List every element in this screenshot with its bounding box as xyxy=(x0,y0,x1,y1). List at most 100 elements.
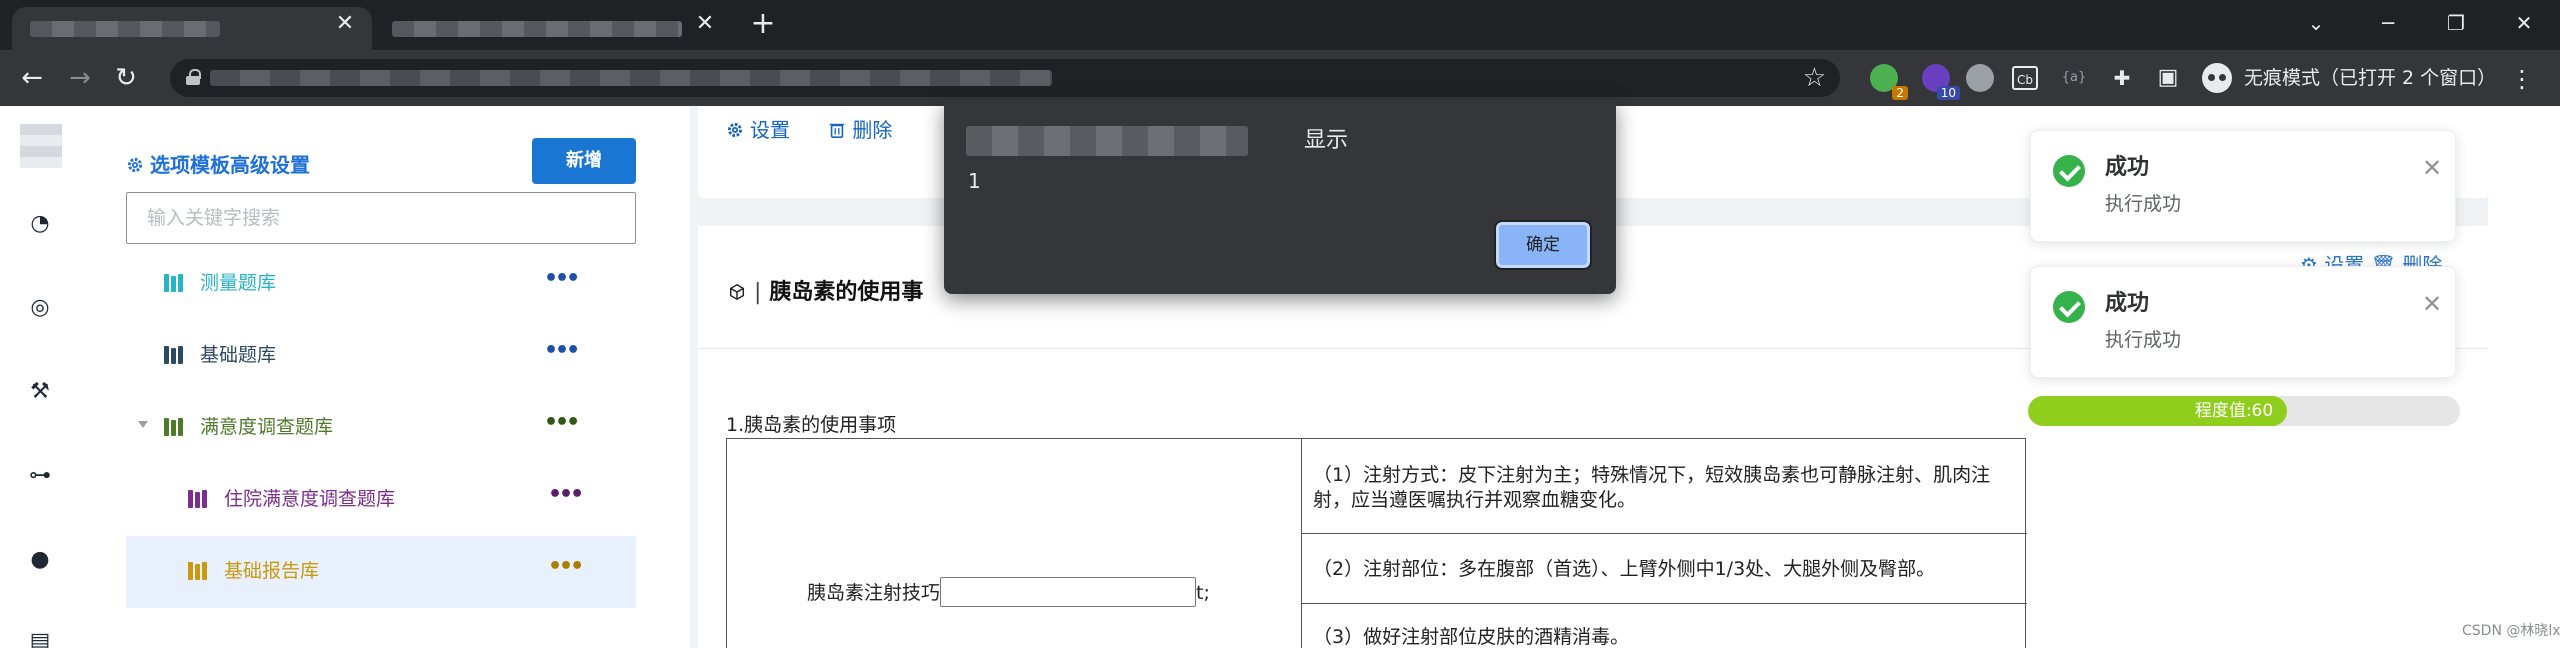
table-cell-row-3: （3）做好注射部位皮肤的酒精消毒。 xyxy=(1313,626,1630,648)
watermark: CSDN @林晓lx xyxy=(2462,623,2560,639)
new-tab-button[interactable]: + xyxy=(748,9,778,40)
tab-close-icon[interactable]: ✕ xyxy=(694,13,716,35)
forward-button[interactable]: → xyxy=(62,60,98,96)
lock-icon[interactable] xyxy=(186,69,201,85)
tools-icon[interactable]: ⚒ xyxy=(28,380,52,404)
bookmark-star-icon[interactable]: ☆ xyxy=(1803,61,1826,95)
books-icon xyxy=(164,346,186,364)
more-options-icon[interactable]: ••• xyxy=(544,266,580,292)
minimize-button[interactable]: ─ xyxy=(2368,8,2408,38)
close-icon[interactable]: ✕ xyxy=(2419,155,2445,181)
tree-node-measure[interactable]: 测量题库 ••• xyxy=(126,248,636,320)
window-close-button[interactable]: ✕ xyxy=(2504,8,2544,38)
add-button[interactable]: 新增 xyxy=(532,138,636,184)
tree-node-basic[interactable]: 基础题库 ••• xyxy=(126,320,636,392)
incognito-icon xyxy=(2202,63,2232,93)
browser-menu-icon[interactable]: ⋮ xyxy=(2510,64,2534,94)
target-icon[interactable]: ◎ xyxy=(28,296,52,320)
table-cell-row-2: （2）注射部位：多在腹部（首选）、上臂外侧中1/3处、大腿外侧及臀部。 xyxy=(1313,558,1936,580)
settings-label: 设置 xyxy=(750,118,790,142)
app-icon-sidebar: ◔ ◎ ⚒ ⊶ ● ▤ xyxy=(0,106,80,648)
gear-icon xyxy=(127,157,143,173)
ok-button[interactable]: 确定 xyxy=(1494,220,1592,270)
progress-label: 程度值:60 xyxy=(2194,401,2274,421)
dialog-message: 1 xyxy=(968,169,981,193)
notification-title: 成功 xyxy=(2105,155,2150,180)
address-bar[interactable]: ☆ xyxy=(170,59,1840,97)
close-icon[interactable]: ✕ xyxy=(2419,291,2445,317)
document-icon[interactable]: ▤ xyxy=(28,630,52,648)
question-table: 胰岛素注射技巧 t; （1）注射方式：皮下注射为主；特殊情况下，短效胰岛素也可静脉… xyxy=(726,438,2027,648)
success-notification: 成功 执行成功 ✕ xyxy=(2030,130,2456,242)
panel-gutter xyxy=(690,106,698,648)
back-button[interactable]: ← xyxy=(14,60,50,96)
tree-node-label: 住院满意度调查题库 xyxy=(224,488,396,510)
delete-label: 删除 xyxy=(852,118,893,142)
browser-tab-strip: ✕ ✕ + ⌄ ─ ❐ ✕ xyxy=(0,0,2560,50)
palette-icon[interactable] xyxy=(1966,64,1994,92)
table-row-divider xyxy=(1301,533,2027,534)
tree-node-label: 满意度调查题库 xyxy=(200,416,334,438)
success-notification: 成功 执行成功 ✕ xyxy=(2030,266,2456,378)
tree-node-satisfaction[interactable]: 满意度调查题库 ••• xyxy=(126,392,636,464)
more-options-icon[interactable]: ••• xyxy=(548,554,584,580)
browser-tab-inactive[interactable]: ✕ xyxy=(374,7,724,50)
table-row-divider xyxy=(1301,603,2027,604)
cb-extension-icon[interactable]: Cb xyxy=(2012,66,2038,90)
dialog-title: 显示 xyxy=(1304,128,1349,153)
url-text-blurred xyxy=(210,70,1052,86)
table-left-cell: 胰岛素注射技巧 t; xyxy=(807,577,1210,607)
user-icon[interactable]: ● xyxy=(28,548,52,572)
dialog-origin-blurred xyxy=(966,126,1248,156)
side-panel-icon[interactable]: ▣ xyxy=(2154,64,2182,92)
panel-title: 选项模板高级设置 xyxy=(126,152,310,178)
tree-node-label: 基础报告库 xyxy=(224,560,320,582)
app-logo xyxy=(20,124,62,168)
left-cell-prefix: 胰岛素注射技巧 xyxy=(807,582,941,604)
progress-fill: 程度值:60 xyxy=(2028,396,2288,426)
restore-button[interactable]: ❐ xyxy=(2436,8,2476,38)
incognito-label: 无痕模式（已打开 2 个窗口） xyxy=(2244,67,2497,89)
reload-button[interactable]: ↻ xyxy=(108,60,144,96)
settings-action[interactable]: 设置 xyxy=(726,118,812,142)
green-circle-extension-icon[interactable]: 2 xyxy=(1870,64,1908,100)
tab-title-blurred xyxy=(392,21,682,37)
tree-node-inpatient-satisfaction[interactable]: 住院满意度调查题库 ••• xyxy=(126,464,636,536)
tree-node-label: 测量题库 xyxy=(200,272,277,294)
books-icon xyxy=(164,274,186,292)
more-options-icon[interactable]: ••• xyxy=(548,482,584,508)
section-title-text: 胰岛素的使用事 xyxy=(769,280,924,305)
puzzle-icon[interactable]: ✚ xyxy=(2108,64,2136,92)
tab-close-icon[interactable]: ✕ xyxy=(334,13,356,35)
left-cell-suffix: t; xyxy=(1196,582,1210,604)
gear-icon xyxy=(727,122,743,138)
incognito-indicator[interactable]: 无痕模式（已打开 2 个窗口） xyxy=(2198,60,2538,96)
books-icon xyxy=(164,418,186,436)
check-circle-icon xyxy=(2053,291,2085,323)
tab-search-icon[interactable]: ⌄ xyxy=(2296,8,2336,38)
purple-extension-icon[interactable]: 10 xyxy=(1922,64,1960,100)
braces-extension-icon[interactable]: {a} xyxy=(2060,64,2088,92)
org-chart-icon[interactable]: ⊶ xyxy=(28,464,52,488)
search-input[interactable] xyxy=(126,192,636,244)
notification-message: 执行成功 xyxy=(2105,329,2182,351)
browser-tab-active[interactable]: ✕ xyxy=(12,7,372,50)
delete-action[interactable]: 删除 xyxy=(828,118,908,142)
books-icon xyxy=(188,562,210,580)
notification-message: 执行成功 xyxy=(2105,193,2182,215)
books-icon xyxy=(188,490,210,508)
table-cell-row-1: （1）注射方式：皮下注射为主；特殊情况下，短效胰岛素也可静脉注射、肌肉注射，应当… xyxy=(1313,464,1991,511)
fill-in-blank-input[interactable] xyxy=(940,577,1197,607)
tree-node-label: 基础题库 xyxy=(200,344,277,366)
extension-badge: 10 xyxy=(1936,86,1960,100)
right-margin xyxy=(2488,106,2560,648)
dashboard-icon[interactable]: ◔ xyxy=(28,212,52,236)
tree-node-basic-report[interactable]: 基础报告库 ••• xyxy=(126,536,636,608)
card-actions: 设置 删除 xyxy=(726,112,924,148)
more-options-icon[interactable]: ••• xyxy=(544,338,580,364)
expand-caret-icon[interactable] xyxy=(138,421,148,428)
browser-toolbar: ← → ↻ ☆ 2 10 Cb {a} ✚ ▣ 无痕模式（已打开 2 个窗口） … xyxy=(0,50,2560,106)
template-tree-panel: 选项模板高级设置 新增 测量题库 ••• 基础题库 ••• xyxy=(80,106,690,648)
extension-badge: 2 xyxy=(1892,86,1908,100)
more-options-icon[interactable]: ••• xyxy=(544,410,580,436)
